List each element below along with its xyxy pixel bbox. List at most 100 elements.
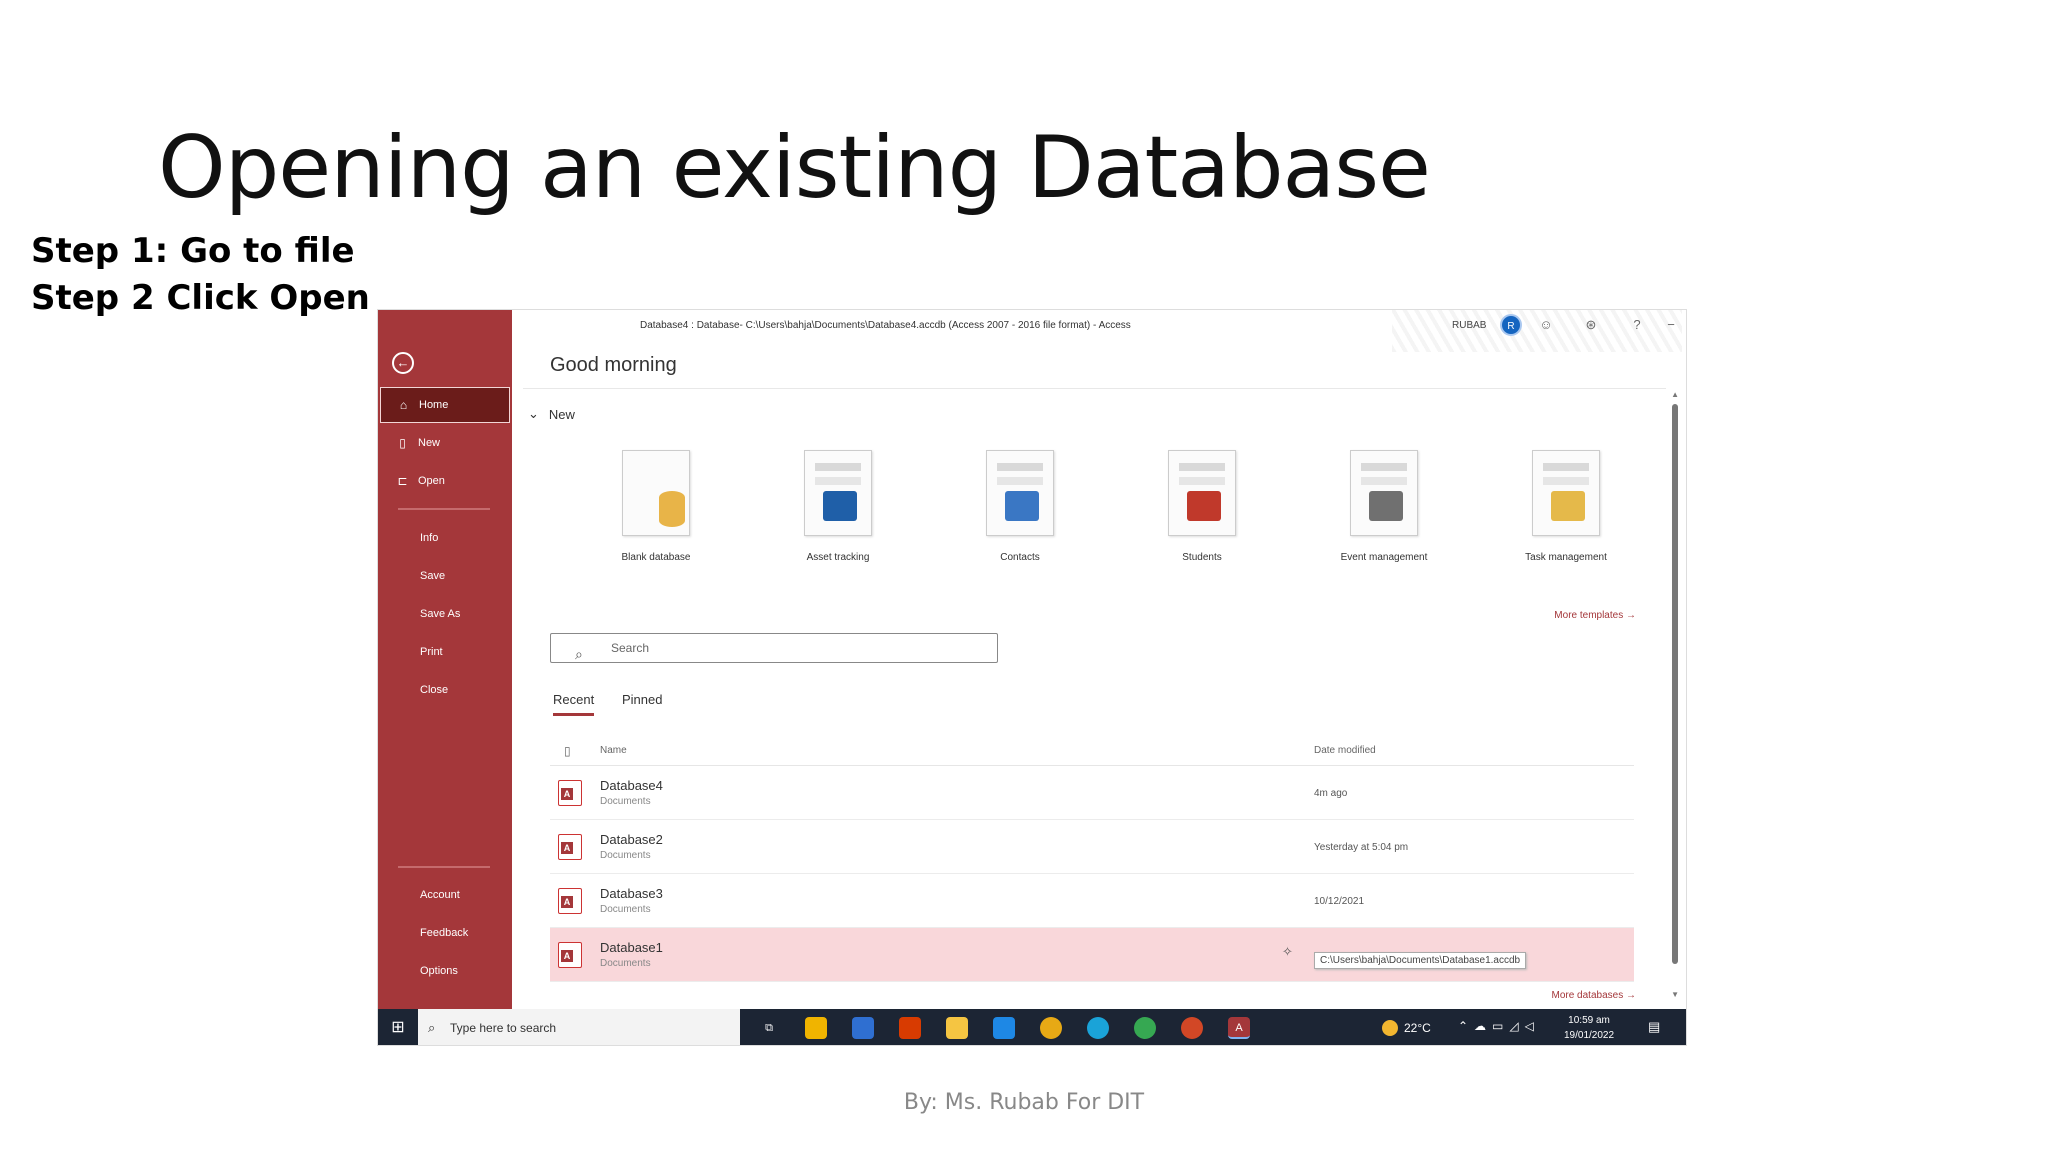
more-databases-link[interactable]: More databases →: [1552, 990, 1637, 1001]
event-management-icon: [1350, 450, 1418, 536]
sidebar-item-open[interactable]: ⊏ Open: [380, 463, 510, 499]
help-icon[interactable]: ?: [1628, 316, 1646, 334]
table-row[interactable]: Database3 Documents 10/12/2021: [550, 874, 1634, 928]
settings-icon[interactable]: ⊛: [1582, 316, 1600, 334]
search-placeholder: Search: [611, 641, 650, 655]
mail-icon[interactable]: [993, 1017, 1015, 1039]
store-icon[interactable]: [805, 1017, 827, 1039]
smiley-icon[interactable]: ☺: [1537, 316, 1555, 334]
sidebar-item-save-as[interactable]: Save As: [420, 608, 460, 620]
template-task-management[interactable]: Task management: [1506, 450, 1626, 563]
notification-icon[interactable]: ▤: [1648, 1019, 1660, 1035]
chevron-down-icon: ⌄: [528, 406, 539, 421]
access-window: ← ⌂ Home ▯ New ⊏ Open Info Save Save As …: [377, 309, 1687, 1046]
arrow-right-icon: →: [1626, 610, 1636, 621]
temperature[interactable]: 22°C: [1404, 1021, 1431, 1035]
office-icon[interactable]: [899, 1017, 921, 1039]
access-file-icon: [558, 942, 582, 968]
asset-tracking-icon: [804, 450, 872, 536]
column-date-modified[interactable]: Date modified: [1314, 745, 1376, 756]
contacts-icon: [986, 450, 1054, 536]
access-icon[interactable]: A: [1228, 1017, 1250, 1039]
steps: Step 1: Go to file Step 2 Click Open: [31, 228, 370, 322]
access-file-icon: [558, 888, 582, 914]
template-blank-database[interactable]: Blank database: [596, 450, 716, 563]
scrollbar[interactable]: [1672, 404, 1678, 964]
app-icon[interactable]: [852, 1017, 874, 1039]
slide-title: Opening an existing Database: [158, 118, 1431, 218]
template-students[interactable]: Students: [1142, 450, 1262, 563]
windows-start-icon[interactable]: ⊞: [378, 1009, 418, 1045]
more-templates-link[interactable]: More templates →: [1554, 610, 1636, 621]
document-icon: ▯: [564, 744, 571, 758]
template-contacts[interactable]: Contacts: [960, 450, 1080, 563]
sidebar-item-options[interactable]: Options: [420, 965, 458, 977]
file-location: Documents: [600, 958, 651, 969]
tab-recent[interactable]: Recent: [553, 692, 595, 716]
template-label: Contacts: [1000, 552, 1040, 563]
file-location: Documents: [600, 796, 651, 807]
sidebar-item-label: Open: [418, 475, 445, 487]
table-row[interactable]: Database1 Documents ✧ C:\Users\bahja\Doc…: [550, 928, 1634, 982]
sidebar-item-new[interactable]: ▯ New: [380, 425, 510, 461]
sidebar-item-close[interactable]: Close: [420, 684, 448, 696]
clock-date: 19/01/2022: [1564, 1030, 1615, 1041]
column-name[interactable]: Name: [600, 745, 627, 756]
file-explorer-icon[interactable]: [946, 1017, 968, 1039]
new-section-header[interactable]: ⌄ New: [528, 406, 575, 422]
sidebar-item-account[interactable]: Account: [420, 889, 460, 901]
sidebar-item-save[interactable]: Save: [420, 570, 445, 582]
template-event-management[interactable]: Event management: [1324, 450, 1444, 563]
sidebar-item-info[interactable]: Info: [420, 532, 438, 544]
sidebar-item-feedback[interactable]: Feedback: [420, 927, 468, 939]
table-row[interactable]: Database4 Documents 4m ago: [550, 766, 1634, 820]
template-label: Students: [1182, 552, 1222, 563]
greeting: Good morning: [550, 354, 677, 376]
clock[interactable]: 10:59 am 19/01/2022: [1564, 1013, 1614, 1043]
chrome-icon[interactable]: [1040, 1017, 1062, 1039]
title-bar: Database4 : Database- C:\Users\bahja\Doc…: [512, 310, 1686, 352]
blank-database-icon: [622, 450, 690, 536]
taskbar: ⊞ ⌕ Type here to search ⧉ A 22°C ⌃☁▭◿◁ 1…: [378, 1009, 1686, 1045]
back-arrow-icon[interactable]: ←: [392, 352, 414, 374]
template-label: Event management: [1340, 552, 1428, 563]
pin-icon[interactable]: ✧: [1282, 944, 1293, 960]
sidebar-divider: [398, 866, 490, 868]
weather-icon[interactable]: [1382, 1020, 1398, 1036]
sidebar-item-print[interactable]: Print: [420, 646, 443, 658]
avatar[interactable]: R: [1500, 314, 1522, 336]
table-row[interactable]: Database2 Documents Yesterday at 5:04 pm: [550, 820, 1634, 874]
tab-pinned[interactable]: Pinned: [622, 692, 662, 707]
scroll-up-icon[interactable]: ▲: [1671, 390, 1679, 399]
file-date: 4m ago: [1314, 788, 1348, 799]
file-list-header: ▯ Name Date modified: [550, 736, 1634, 766]
window-title: Database4 : Database- C:\Users\bahja\Doc…: [640, 320, 1131, 331]
template-asset-tracking[interactable]: Asset tracking: [778, 450, 898, 563]
search-input[interactable]: ⌕ Search: [550, 633, 998, 663]
user-name[interactable]: RUBAB: [1452, 320, 1486, 331]
file-name: Database3: [600, 886, 663, 901]
sidebar-item-home[interactable]: ⌂ Home: [380, 387, 510, 423]
step-2: Step 2 Click Open: [31, 278, 370, 318]
template-label: Blank database: [621, 552, 691, 563]
file-location: Documents: [600, 904, 651, 915]
clock-time: 10:59 am: [1568, 1015, 1610, 1026]
sidebar-divider: [398, 508, 490, 510]
backstage-sidebar: ← ⌂ Home ▯ New ⊏ Open Info Save Save As …: [378, 310, 512, 1009]
arrow-right-icon: →: [1626, 990, 1636, 1001]
file-name: Database1: [600, 940, 663, 955]
sidebar-item-label: Home: [419, 399, 449, 411]
scroll-down-icon[interactable]: ▼: [1671, 990, 1679, 999]
access-file-icon: [558, 780, 582, 806]
taskbar-search-input[interactable]: ⌕ Type here to search: [418, 1009, 740, 1045]
utorrent-icon[interactable]: [1134, 1017, 1156, 1039]
template-label: Task management: [1525, 552, 1607, 563]
task-view-icon[interactable]: ⧉: [758, 1017, 780, 1039]
file-path-tooltip: C:\Users\bahja\Documents\Database1.accdb: [1314, 952, 1527, 969]
minimize-icon[interactable]: −: [1662, 316, 1680, 334]
system-tray-icons[interactable]: ⌃☁▭◿◁: [1458, 1019, 1540, 1033]
powerpoint-icon[interactable]: [1181, 1017, 1203, 1039]
edge-icon[interactable]: [1087, 1017, 1109, 1039]
new-document-icon: ▯: [399, 435, 406, 450]
taskbar-search-placeholder: Type here to search: [450, 1021, 557, 1035]
